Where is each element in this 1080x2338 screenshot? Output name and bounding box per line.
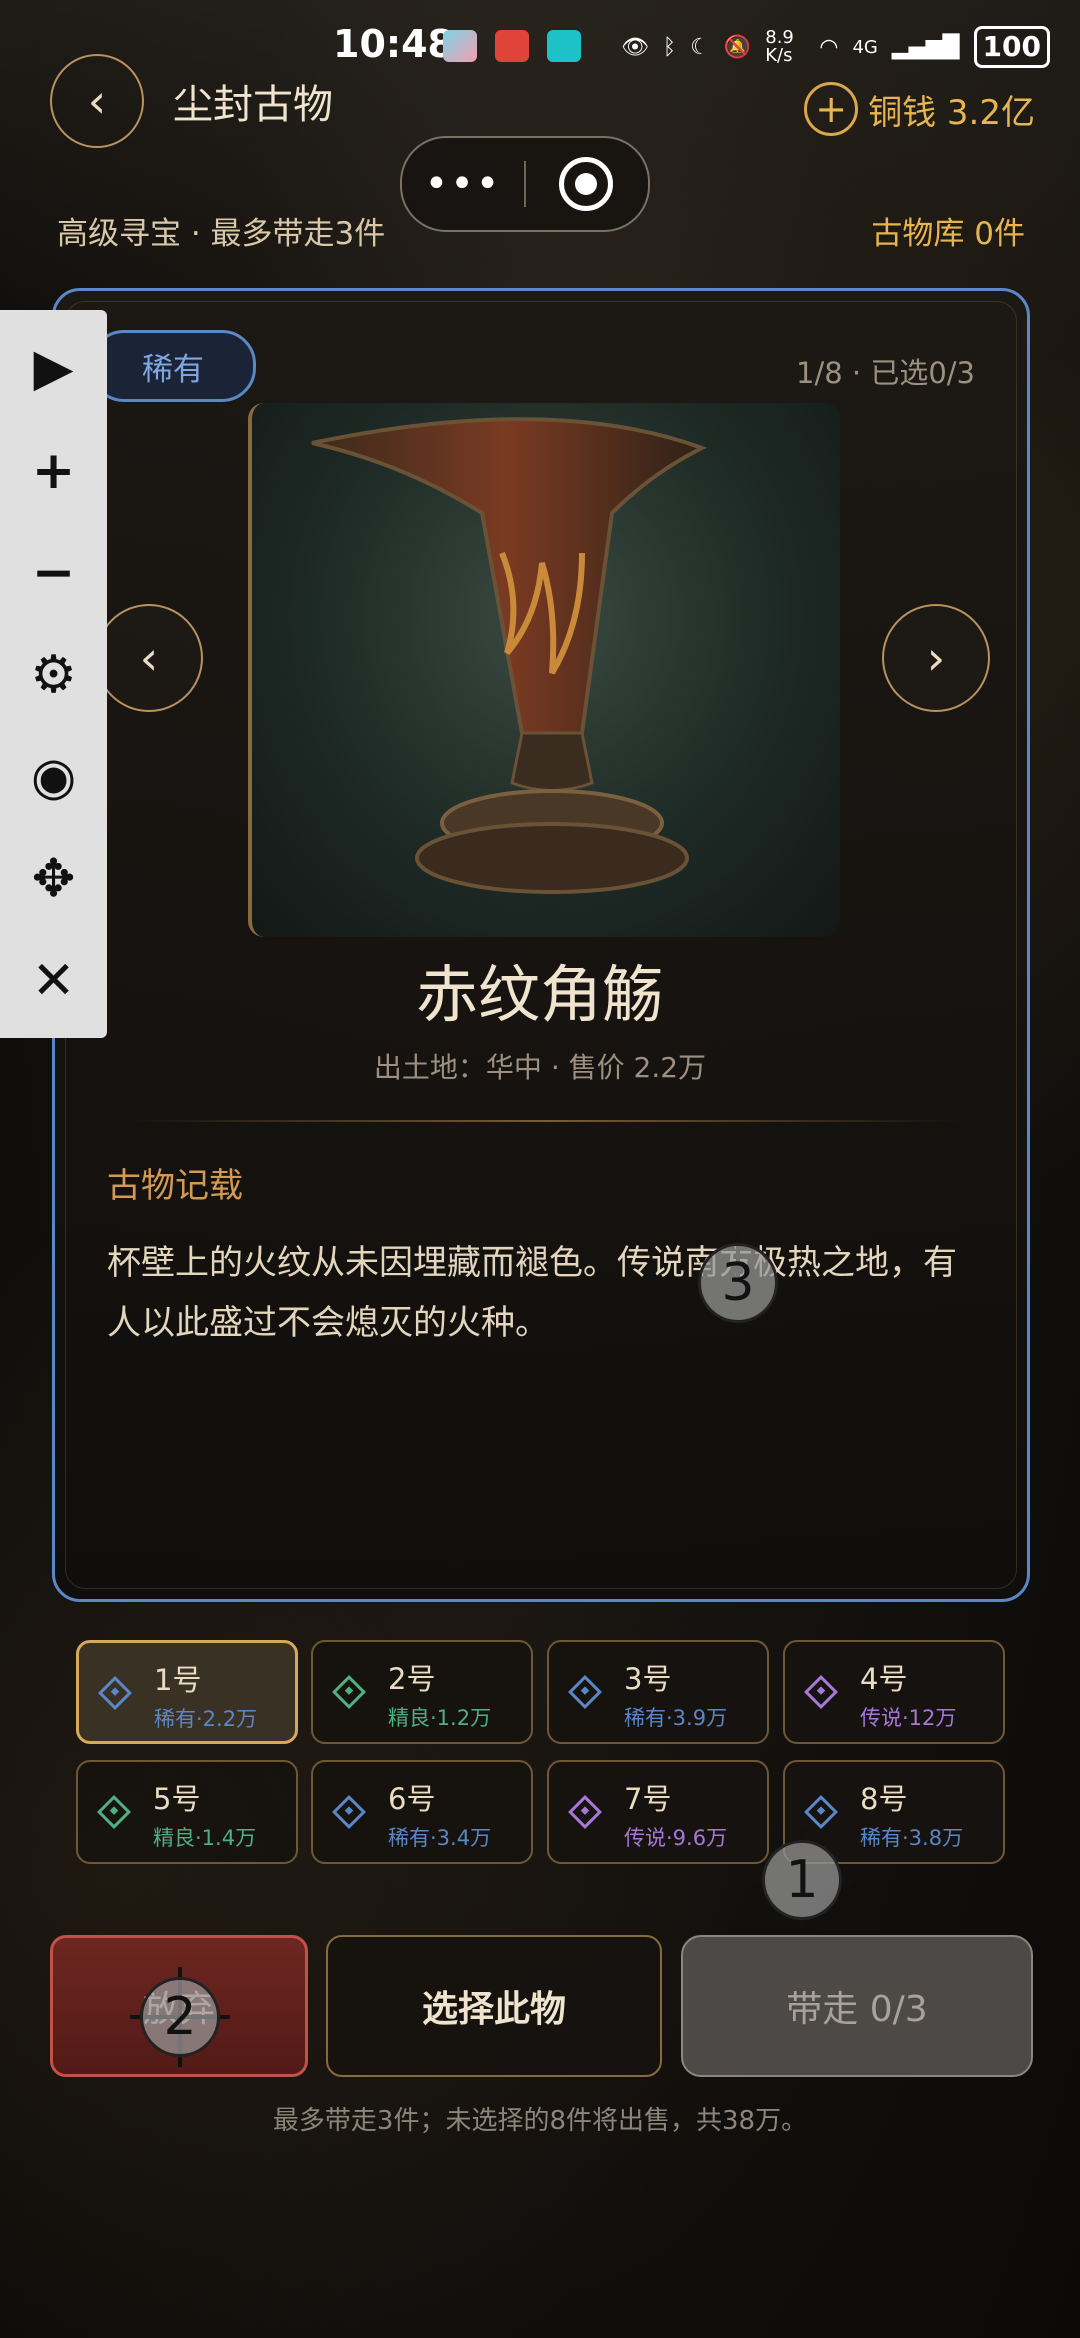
- back-button[interactable]: ‹: [50, 54, 144, 148]
- play-icon[interactable]: ▶: [0, 323, 107, 413]
- more-menu-button[interactable]: •••: [402, 161, 524, 207]
- crosshair-marker-2: 2: [130, 1967, 230, 2067]
- signal-label: 4G: [852, 36, 878, 58]
- status-app-icons: [443, 30, 581, 62]
- battery-icon: 100: [973, 26, 1050, 68]
- item-thumb[interactable]: 1号稀有·2.2万: [76, 1640, 298, 1744]
- item-thumb[interactable]: 3号稀有·3.9万: [547, 1640, 769, 1744]
- item-thumb-sub: 稀有·3.4万: [388, 1826, 492, 1850]
- select-item-button[interactable]: 选择此物: [326, 1935, 662, 2077]
- coin-amount: 铜钱 3.2亿: [868, 92, 1035, 133]
- rarity-diamond-icon: [332, 1795, 366, 1829]
- rarity-diamond-icon: [332, 1675, 366, 1709]
- rarity-badge: 稀有: [90, 330, 256, 402]
- item-thumb-sub: 精良·1.4万: [153, 1826, 257, 1850]
- rarity-diamond-icon: [568, 1795, 602, 1829]
- selection-counter: 1/8 · 已选0/3: [796, 356, 975, 390]
- item-thumb[interactable]: 7号传说·9.6万: [547, 1760, 769, 1864]
- item-thumb-sub: 稀有·2.2万: [154, 1707, 258, 1731]
- status-time: 10:48: [333, 22, 454, 66]
- status-indicators: 👁 ᛒ ☾ 🔕 8.9 K/s ◠ 4G ▂▄▆█ 100: [621, 26, 1050, 68]
- rarity-diamond-icon: [568, 1675, 602, 1709]
- zoom-out-icon[interactable]: −: [0, 528, 107, 618]
- miniprogram-capsule: •••: [400, 136, 650, 232]
- section-divider: [130, 1120, 960, 1122]
- rarity-diamond-icon: [804, 1675, 838, 1709]
- take-button[interactable]: 带走 0/3: [681, 1935, 1033, 2077]
- item-thumb-name: 3号: [624, 1662, 672, 1696]
- bluetooth-icon: ᛒ: [662, 34, 677, 60]
- record-icon: [559, 157, 613, 211]
- item-thumb[interactable]: 5号精良·1.4万: [76, 1760, 298, 1864]
- add-coin-button[interactable]: +: [804, 82, 859, 136]
- footer-note: 最多带走3件；未选择的8件将出售，共38万。: [272, 2106, 808, 2136]
- item-thumb[interactable]: 2号精良·1.2万: [311, 1640, 533, 1744]
- wifi-icon: ◠: [819, 34, 839, 60]
- item-thumb-sub: 传说·9.6万: [624, 1826, 728, 1850]
- move-icon[interactable]: ✥: [0, 834, 107, 924]
- prev-item-button[interactable]: ‹: [95, 604, 203, 712]
- item-thumb[interactable]: 4号传说·12万: [783, 1640, 1005, 1744]
- status-bar: 10:48 👁 ᛒ ☾ 🔕 8.9 K/s ◠ 4G ▂▄▆█ 100: [0, 0, 1080, 95]
- rarity-diamond-icon: [98, 1676, 132, 1710]
- item-thumb-name: 1号: [154, 1663, 202, 1697]
- page-title: 尘封古物: [173, 82, 333, 128]
- gear-icon[interactable]: ⚙: [0, 630, 107, 720]
- moon-icon: ☾: [690, 34, 710, 60]
- item-thumb-sub: 稀有·3.8万: [860, 1826, 964, 1850]
- marker-label: 2: [140, 1977, 220, 2057]
- zoom-in-icon[interactable]: +: [0, 426, 107, 516]
- item-meta: 出土地：华中 · 售价 2.2万: [373, 1051, 707, 1084]
- item-thumb[interactable]: 6号稀有·3.4万: [311, 1760, 533, 1864]
- marker-label: 3: [698, 1243, 778, 1323]
- item-thumb-name: 5号: [153, 1782, 201, 1816]
- item-thumb-name: 4号: [860, 1662, 908, 1696]
- item-thumb-name: 8号: [860, 1782, 908, 1816]
- taptap-app-icon: [547, 30, 581, 62]
- huawei-app-icon: [495, 30, 529, 62]
- item-thumb-name: 2号: [388, 1662, 436, 1696]
- close-miniprogram-button[interactable]: [526, 157, 646, 211]
- crosshair-marker-1: 1: [752, 1830, 852, 1930]
- net-speed: 8.9 K/s: [765, 27, 794, 66]
- signal-icon: ▂▄▆█: [891, 34, 960, 60]
- horn-cup-illustration: [311, 417, 708, 894]
- item-thumb-sub: 稀有·3.9万: [624, 1706, 728, 1730]
- record-section-title: 古物记载: [107, 1166, 243, 1206]
- mute-icon: 🔕: [723, 34, 752, 60]
- item-thumb-name: 6号: [388, 1782, 436, 1816]
- app-notification-icon: [443, 30, 477, 62]
- vault-link[interactable]: 古物库 0件: [871, 208, 1025, 253]
- hide-eye-icon[interactable]: ◉: [0, 732, 107, 822]
- next-item-button[interactable]: ›: [882, 604, 990, 712]
- item-thumb-sub: 精良·1.2万: [388, 1706, 492, 1730]
- rarity-diamond-icon: [97, 1795, 131, 1829]
- item-name: 赤纹角觞: [415, 958, 664, 1031]
- item-description: 杯壁上的火纹从未因埋藏而褪色。传说南方极热之地，有人以此盛过不会熄灭的火种。: [107, 1243, 957, 1343]
- artifact-image: [248, 403, 840, 937]
- coin-balance: + 铜钱 3.2亿: [804, 82, 1035, 136]
- rarity-diamond-icon: [804, 1795, 838, 1829]
- marker-label: 1: [762, 1840, 842, 1920]
- item-thumb-sub: 传说·12万: [860, 1706, 957, 1730]
- floating-toolbar: ▶ + − ⚙ ◉ ✥ ✕: [0, 310, 107, 1038]
- close-icon[interactable]: ✕: [0, 936, 107, 1026]
- item-thumb-name: 7号: [624, 1782, 672, 1816]
- hunt-info: 高级寻宝 · 最多带走3件: [57, 216, 386, 252]
- crosshair-marker-3: 3: [688, 1233, 788, 1333]
- eye-icon: 👁: [620, 34, 649, 60]
